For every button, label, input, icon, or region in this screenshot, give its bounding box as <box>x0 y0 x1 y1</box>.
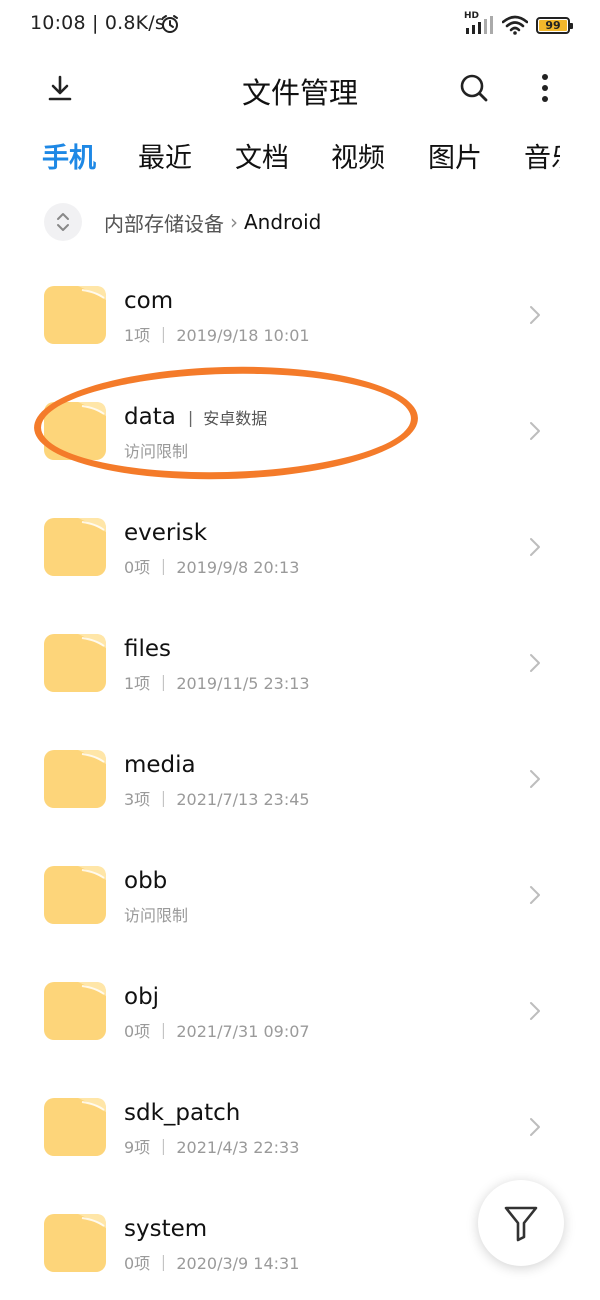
app-header: 文件管理 <box>0 60 600 116</box>
folder-meta: 1项 ｜ 2019/11/5 23:13 <box>124 674 310 693</box>
category-tabs: 手机 最近 文档 视频 图片 音乐 <box>0 136 560 180</box>
chevron-right-icon: › <box>230 210 238 234</box>
filter-button[interactable] <box>478 1180 564 1266</box>
list-item[interactable]: com 1项 ｜ 2019/9/18 10:01 <box>0 256 600 372</box>
tab-images[interactable]: 图片 <box>428 136 482 175</box>
folder-icon <box>44 634 106 692</box>
chevron-right-icon <box>530 306 540 324</box>
folder-icon <box>44 402 106 460</box>
folder-meta: 0项 ｜ 2021/7/31 09:07 <box>124 1022 310 1041</box>
chevron-right-icon <box>530 654 540 672</box>
folder-name: com <box>124 288 174 314</box>
folder-name: obb <box>124 868 168 894</box>
folder-icon <box>44 1098 106 1156</box>
path-switch-button[interactable] <box>44 203 82 241</box>
list-item[interactable]: files 1项 ｜ 2019/11/5 23:13 <box>0 604 600 720</box>
chevron-right-icon <box>530 770 540 788</box>
folder-meta: 9项 ｜ 2021/4/3 22:33 <box>124 1138 300 1157</box>
folder-icon <box>44 1214 106 1272</box>
filter-icon <box>504 1206 538 1242</box>
more-options-button[interactable] <box>525 68 565 108</box>
folder-meta: 访问限制 <box>124 442 189 461</box>
folder-tag: 安卓数据 <box>203 409 268 428</box>
folder-name: everisk <box>124 520 208 546</box>
list-item[interactable]: obb 访问限制 <box>0 836 600 952</box>
alarm-icon <box>162 15 178 33</box>
list-item[interactable]: obj 0项 ｜ 2021/7/31 09:07 <box>0 952 600 1068</box>
chevron-right-icon <box>530 1118 540 1136</box>
chevron-up-down-icon <box>57 213 69 231</box>
folder-name: obj <box>124 984 160 1010</box>
folder-meta: 3项 ｜ 2021/7/13 23:45 <box>124 790 310 809</box>
folder-icon <box>44 750 106 808</box>
folder-icon <box>44 286 106 344</box>
chevron-right-icon <box>530 1002 540 1020</box>
folder-meta: 访问限制 <box>124 906 189 925</box>
signal-icon: HD <box>464 11 494 36</box>
folder-icon <box>44 866 106 924</box>
folder-name: data <box>124 404 176 430</box>
breadcrumb: 内部存储设备 › Android <box>44 202 321 242</box>
folder-name: system <box>124 1216 208 1242</box>
chevron-right-icon <box>530 422 540 440</box>
breadcrumb-root[interactable]: 内部存储设备 <box>104 208 224 237</box>
file-list: com 1项 ｜ 2019/9/18 10:01 data | 安卓数据 访问限制 ever… <box>0 256 600 1300</box>
list-item[interactable]: everisk 0项 ｜ 2019/9/8 20:13 <box>0 488 600 604</box>
folder-meta: 0项 ｜ 2020/3/9 14:31 <box>124 1254 300 1273</box>
more-vertical-icon <box>542 74 548 102</box>
chevron-right-icon <box>530 886 540 904</box>
status-time: 10:08 | 0.8K/s <box>30 12 166 34</box>
list-item[interactable]: media 3项 ｜ 2021/7/13 23:45 <box>0 720 600 836</box>
wifi-icon <box>502 15 528 35</box>
folder-icon <box>44 518 106 576</box>
folder-meta: 1项 ｜ 2019/9/18 10:01 <box>124 326 310 345</box>
list-item[interactable]: data | 安卓数据 访问限制 <box>0 372 600 488</box>
search-icon <box>460 74 488 102</box>
tag-separator: | <box>187 407 194 427</box>
folder-name: files <box>124 636 172 662</box>
battery-icon: 99 <box>536 16 573 34</box>
folder-icon <box>44 982 106 1040</box>
breadcrumb-current: Android <box>244 210 322 234</box>
tab-recent[interactable]: 最近 <box>138 136 192 175</box>
battery-level: 99 <box>539 19 567 31</box>
folder-name: sdk_patch <box>124 1100 241 1126</box>
chevron-right-icon <box>530 538 540 556</box>
tab-documents[interactable]: 文档 <box>235 136 289 175</box>
folder-name: media <box>124 752 196 778</box>
page-title: 文件管理 <box>241 76 358 110</box>
folder-meta: 0项 ｜ 2019/9/8 20:13 <box>124 558 300 577</box>
list-item[interactable]: sdk_patch 9项 ｜ 2021/4/3 22:33 <box>0 1068 600 1184</box>
tab-phone[interactable]: 手机 <box>42 136 96 175</box>
search-button[interactable] <box>454 68 494 108</box>
tab-music[interactable]: 音乐 <box>524 136 560 175</box>
tab-videos[interactable]: 视频 <box>331 136 385 175</box>
status-bar: 10:08 | 0.8K/s HD 99 <box>0 0 600 52</box>
